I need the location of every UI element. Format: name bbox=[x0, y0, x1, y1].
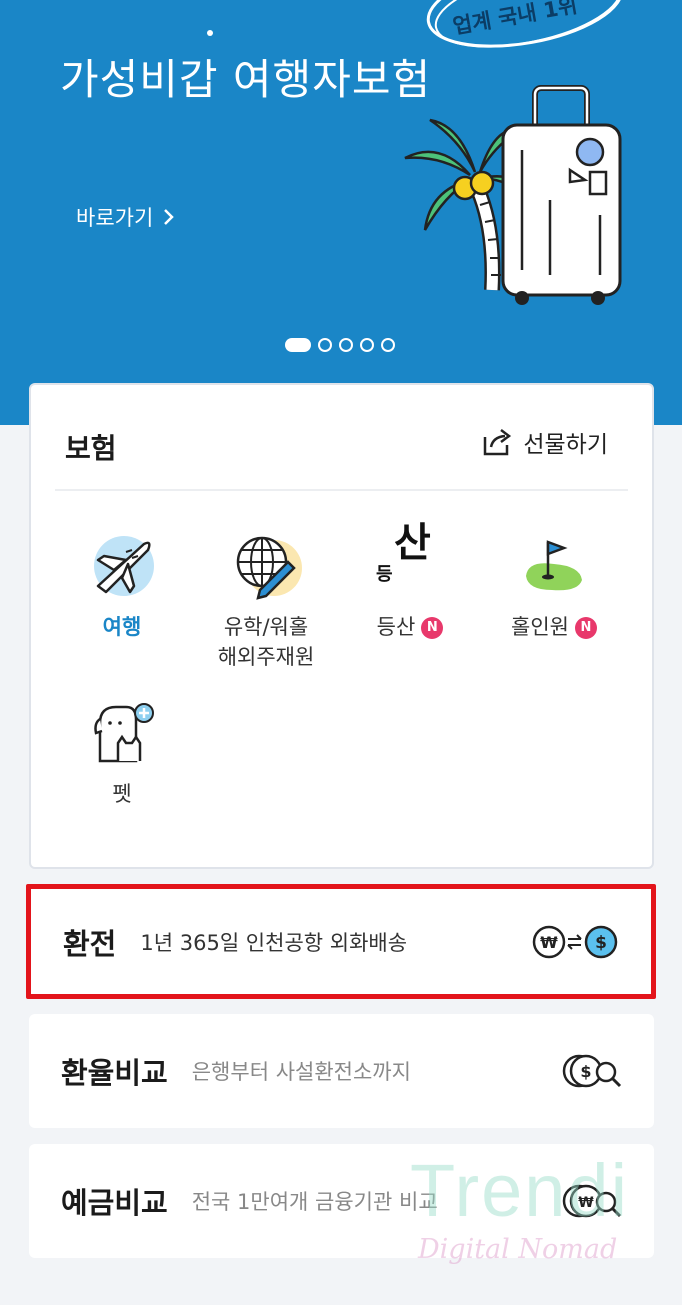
banner-link-label: 바로가기 bbox=[76, 206, 154, 230]
insurance-item-label: 유학/워홀 bbox=[223, 615, 309, 639]
insurance-item-label-2: 해외주재원 bbox=[217, 645, 315, 669]
insurance-item-label: 여행 bbox=[102, 615, 142, 639]
mountain-glyph-small: 등 bbox=[376, 564, 393, 585]
insurance-item-pet[interactable]: 펫 bbox=[47, 697, 197, 809]
globe-pen-icon bbox=[236, 536, 302, 600]
chevron-right-icon bbox=[164, 209, 175, 225]
svg-text:$: $ bbox=[580, 1062, 591, 1081]
insurance-item-label: 홀인원 bbox=[511, 615, 569, 639]
svg-text:$: $ bbox=[595, 933, 607, 953]
rate-compare-desc: 은행부터 사설환전소까지 bbox=[191, 1060, 411, 1084]
insurance-item-hiking[interactable]: 등 산 등산 N bbox=[335, 520, 485, 642]
pager-dot-active[interactable] bbox=[285, 338, 311, 352]
pager-dot[interactable] bbox=[360, 338, 374, 352]
palm-suitcase-illustration bbox=[404, 85, 622, 305]
rate-compare-title: 환율비교 bbox=[61, 1056, 168, 1090]
banner-title: 가성비갑 여행자보험 bbox=[60, 55, 432, 104]
pet-icon bbox=[94, 703, 154, 763]
banner-go-link[interactable]: 바로가기 bbox=[76, 202, 175, 232]
pager-dot[interactable] bbox=[318, 338, 332, 352]
insurance-item-label-wrap: 홀인원 N bbox=[479, 612, 629, 642]
deposit-compare-title: 예금비교 bbox=[61, 1186, 168, 1220]
new-badge: N bbox=[421, 617, 444, 639]
insurance-title: 보험 bbox=[65, 432, 117, 465]
gift-label: 선물하기 bbox=[523, 432, 608, 458]
insurance-item-label-wrap: 등산 N bbox=[335, 612, 485, 642]
exchange-title: 환전 bbox=[63, 926, 117, 961]
coin-search-icon: $ bbox=[562, 1054, 622, 1088]
pager-dot[interactable] bbox=[381, 338, 395, 352]
new-badge: N bbox=[574, 617, 597, 639]
promo-banner[interactable]: 업계 국내 1위 가성비갑 여행자보험 바로가기 bbox=[0, 0, 682, 425]
pager-dot[interactable] bbox=[339, 338, 353, 352]
insurance-item-label: 등산 bbox=[376, 615, 416, 639]
won-search-icon: ₩ bbox=[562, 1184, 622, 1218]
svg-text:₩: ₩ bbox=[540, 933, 558, 952]
insurance-item-label: 펫 bbox=[112, 782, 132, 806]
deposit-compare-row[interactable]: 예금비교 전국 1만여개 금융기관 비교 ₩ bbox=[29, 1144, 654, 1258]
banner-title-dot bbox=[207, 30, 213, 36]
banner-pager[interactable] bbox=[285, 338, 395, 352]
mountain-text-icon: 등 산 bbox=[374, 520, 446, 602]
exchange-row[interactable]: 환전 1년 365일 인천공항 외화배송 ₩ $ bbox=[26, 884, 656, 999]
won-to-dollar-icon: ₩ $ bbox=[532, 925, 618, 958]
insurance-item-travel[interactable]: 여행 bbox=[47, 530, 197, 642]
insurance-item-study-abroad[interactable]: 유학/워홀 해외주재원 bbox=[191, 530, 341, 672]
golf-flag-icon bbox=[526, 540, 582, 591]
exchange-desc: 1년 365일 인천공항 외화배송 bbox=[140, 930, 408, 955]
card-divider bbox=[55, 489, 628, 491]
gift-button[interactable]: 선물하기 bbox=[481, 425, 608, 459]
insurance-item-hole-in-one[interactable]: 홀인원 N bbox=[479, 530, 629, 642]
rate-compare-row[interactable]: 환율비교 은행부터 사설환전소까지 $ bbox=[29, 1014, 654, 1128]
mountain-glyph-big: 산 bbox=[394, 520, 431, 566]
airplane-icon bbox=[94, 536, 154, 596]
deposit-compare-desc: 전국 1만여개 금융기관 비교 bbox=[191, 1190, 438, 1214]
share-icon bbox=[484, 429, 512, 456]
insurance-card: 보험 선물하기 여행 유학/워홀 해외주재원 등 산 등산 N 홀인원 N 펫 bbox=[29, 383, 654, 869]
svg-text:₩: ₩ bbox=[578, 1195, 594, 1211]
